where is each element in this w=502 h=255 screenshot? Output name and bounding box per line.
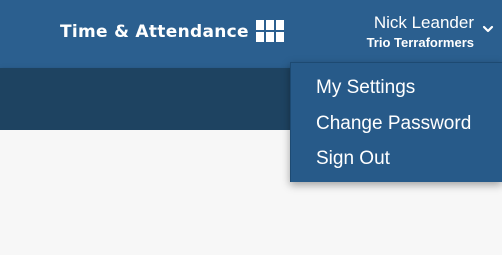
grid-cell [256,20,264,30]
menu-item-my-settings[interactable]: My Settings [316,77,415,99]
grid-cell [256,32,264,42]
grid-cell [266,32,274,42]
grid-cell [276,32,284,42]
menu-item-sign-out[interactable]: Sign Out [316,148,390,170]
user-organization[interactable]: Trio Terraformers [367,35,474,50]
grid-cell [266,20,274,30]
chevron-down-icon[interactable] [482,24,494,34]
grid-cell [276,20,284,30]
menu-item-change-password[interactable]: Change Password [316,113,471,135]
top-header: Time & Attendance Nick Leander Trio Terr… [0,0,502,68]
user-name[interactable]: Nick Leander [374,13,474,33]
user-dropdown-menu: My Settings Change Password Sign Out [290,62,502,182]
grid-icon[interactable] [256,20,284,42]
app-title: Time & Attendance [60,22,249,42]
